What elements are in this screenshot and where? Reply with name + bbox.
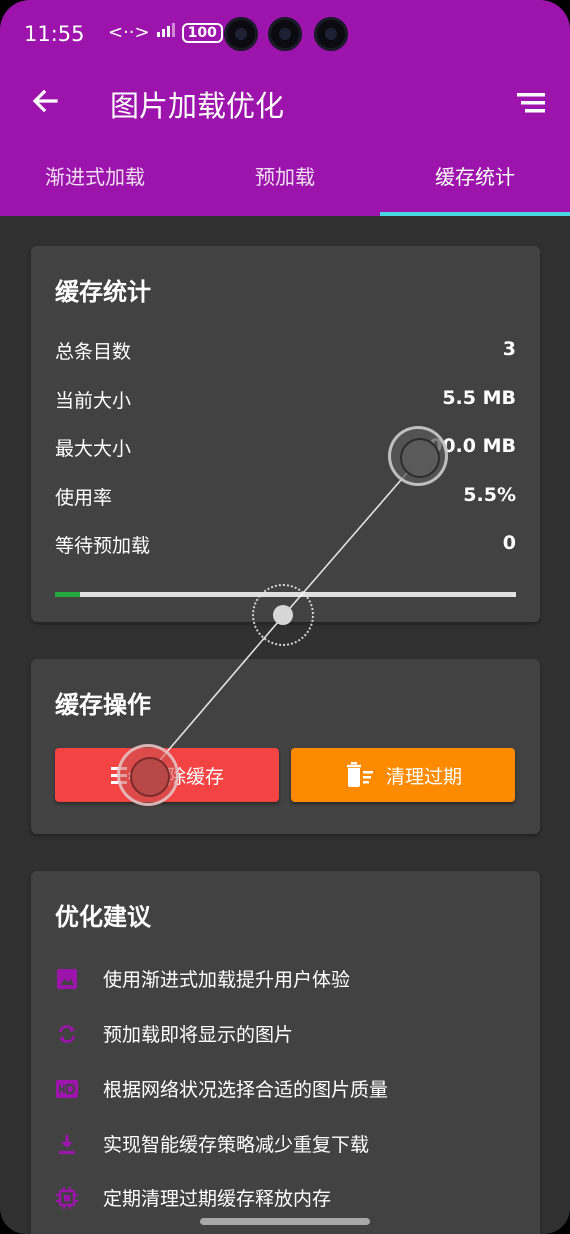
memory-icon: [56, 1186, 78, 1209]
tab-progressive-loading[interactable]: 渐进式加载: [0, 146, 190, 212]
sync-icon: [58, 1024, 76, 1043]
tab-preload[interactable]: 预加载: [190, 146, 380, 212]
tab-cache-stats[interactable]: 缓存统计: [380, 146, 570, 212]
optimization-tips-card: 优化建议 使用渐进式加载提升用户体验 预加载即将显示的图片 根据网络状况选择合适…: [31, 871, 540, 1234]
signal-icon: [156, 22, 176, 43]
tip-item: 根据网络状况选择合适的图片质量: [55, 1075, 388, 1102]
tab-indicator: [380, 212, 570, 216]
camera-lens-icon: [268, 17, 302, 51]
stat-label: 等待预加载: [55, 535, 151, 557]
stat-label: 使用率: [55, 487, 113, 509]
data-transfer-icon: <··>: [108, 22, 150, 43]
cleanup-expired-button[interactable]: 清理过期: [291, 748, 515, 802]
battery-icon: 100: [181, 22, 223, 43]
stat-label: 总条目数: [55, 341, 132, 363]
top-app-bar: 11:55 <··> 100 图片加载优化 渐进式加载 预加载 缓存统计: [0, 0, 570, 216]
back-arrow-icon[interactable]: [26, 82, 66, 122]
tab-bar: 渐进式加载 预加载 缓存统计: [0, 146, 570, 216]
tip-item: 定期清理过期缓存释放内存: [55, 1184, 331, 1211]
app-bar: 图片加载优化: [0, 70, 570, 136]
cache-usage-progress-fill: [55, 592, 81, 597]
page-title: 图片加载优化: [110, 89, 285, 123]
delete-sweep-icon: [346, 762, 373, 787]
hd-icon: [56, 1079, 78, 1098]
stat-label: 当前大小: [55, 390, 132, 412]
cache-stats-card: 缓存统计 总条目数 3 当前大小 5.5 MB 最大大小 100.0 MB 使用…: [31, 246, 540, 622]
card-title: 缓存操作: [55, 691, 151, 719]
camera-lens-icon: [314, 17, 348, 51]
tip-item: 实现智能缓存策略减少重复下载: [55, 1130, 369, 1157]
card-title: 优化建议: [55, 903, 151, 931]
status-bar: 11:55 <··> 100: [0, 0, 570, 70]
cleanup-expired-label: 清理过期: [385, 765, 462, 788]
image-icon: [57, 968, 77, 989]
stat-value: 5.5 MB: [442, 387, 516, 409]
stat-value: 0: [502, 532, 516, 554]
tip-text: 根据网络状况选择合适的图片质量: [103, 1079, 389, 1101]
status-icons: <··> 100: [108, 22, 223, 43]
tip-text: 实现智能缓存策略减少重复下载: [103, 1134, 370, 1156]
tip-item: 预加载即将显示的图片: [55, 1020, 293, 1047]
status-time: 11:55: [24, 22, 85, 46]
tip-text: 定期清理过期缓存释放内存: [103, 1188, 332, 1210]
card-title: 缓存统计: [55, 278, 151, 306]
touch-point-mid: [252, 584, 314, 646]
app-screen: 11:55 <··> 100 图片加载优化 渐进式加载 预加载 缓存统计 缓存统…: [0, 0, 570, 1234]
sort-menu-icon[interactable]: [515, 90, 547, 116]
stat-value: 5.5%: [463, 484, 516, 506]
camera-lens-icon: [224, 17, 258, 51]
stat-value: 3: [502, 338, 516, 360]
touch-point-end: [117, 744, 179, 806]
download-icon: [59, 1134, 75, 1154]
touch-point-start: [388, 426, 448, 486]
tip-text: 使用渐进式加载提升用户体验: [103, 969, 351, 991]
tip-item: 使用渐进式加载提升用户体验: [55, 965, 350, 992]
stat-label: 最大大小: [55, 438, 132, 460]
tip-text: 预加载即将显示的图片: [103, 1024, 294, 1046]
home-indicator[interactable]: [200, 1218, 370, 1225]
cache-actions-card: 缓存操作 清除缓存 清理过期: [31, 659, 540, 834]
